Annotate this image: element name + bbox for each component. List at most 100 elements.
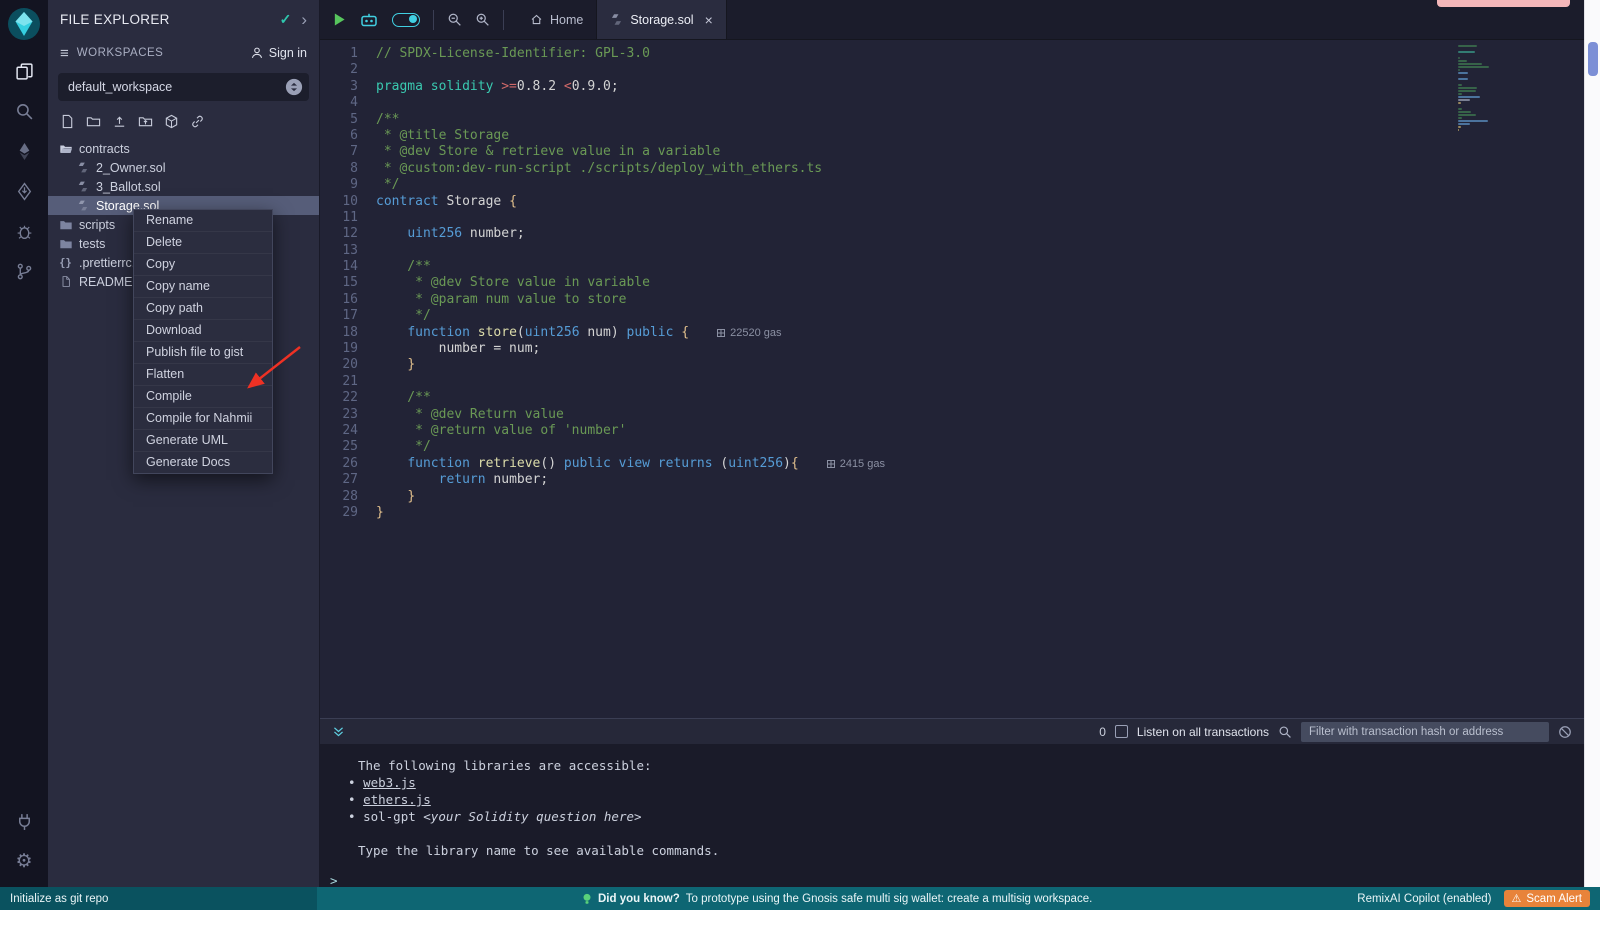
tip-prefix: Did you know? <box>598 893 680 905</box>
file-name: 3_Ballot.sol <box>96 180 161 194</box>
editor-area: HomeStorage.sol× 1// SPDX-License-Identi… <box>320 0 1584 887</box>
chevron-right-icon[interactable]: › <box>301 11 307 28</box>
context-menu-item[interactable]: Copy path <box>134 298 272 320</box>
scam-alert-button[interactable]: ⚠ Scam Alert <box>1504 890 1590 907</box>
link-icon[interactable] <box>190 114 205 129</box>
context-menu-item[interactable]: Copy name <box>134 276 272 298</box>
file-explorer-nav-icon[interactable] <box>0 51 48 91</box>
line-number: 20 <box>320 357 376 373</box>
terminal-line: • sol-gpt <your Solidity question here> <box>320 808 1584 825</box>
search-nav-icon[interactable] <box>0 91 48 131</box>
sign-in-button[interactable]: Sign in <box>250 46 307 60</box>
copilot-status[interactable]: RemixAI Copilot (enabled) <box>1357 893 1491 905</box>
zoom-in-icon[interactable] <box>475 12 490 27</box>
upload-folder-icon[interactable] <box>138 114 153 129</box>
line-number: 13 <box>320 243 376 259</box>
minimap[interactable] <box>1458 45 1514 132</box>
clear-console-icon[interactable] <box>1558 725 1572 739</box>
context-menu-item[interactable]: Generate UML <box>134 430 272 452</box>
code-line: 27 return number; <box>320 472 1584 488</box>
remix-logo-icon[interactable] <box>7 7 41 41</box>
library-link[interactable]: web3.js <box>363 775 416 790</box>
lightbulb-icon <box>582 892 592 906</box>
code-line: 20 } <box>320 357 1584 373</box>
git-init-button[interactable]: Initialize as git repo <box>0 887 317 910</box>
file-tree-item[interactable]: 3_Ballot.sol <box>48 177 319 196</box>
new-folder-icon[interactable] <box>86 114 101 129</box>
scrollbar-thumb[interactable] <box>1588 42 1598 76</box>
sign-in-label: Sign in <box>269 46 307 60</box>
code-line: 6 * @title Storage <box>320 128 1584 144</box>
tabs: HomeStorage.sol× <box>517 0 727 39</box>
workspace-options-icon[interactable] <box>285 78 303 96</box>
file-tree-item[interactable]: 2_Owner.sol <box>48 158 319 177</box>
line-number: 18 <box>320 325 376 341</box>
settings-gear-icon[interactable]: ⚙ <box>0 841 48 881</box>
workspaces-row: ≡ WORKSPACES Sign in <box>48 38 319 68</box>
zoom-out-icon[interactable] <box>447 12 462 27</box>
tab-storage-sol[interactable]: Storage.sol× <box>597 0 726 39</box>
line-number: 5 <box>320 112 376 128</box>
context-menu-item[interactable]: Copy <box>134 254 272 276</box>
plugin-manager-nav-icon[interactable] <box>0 801 48 841</box>
tab-home[interactable]: Home <box>517 0 597 39</box>
line-number: 26 <box>320 456 376 472</box>
file-tree-item[interactable]: contracts <box>48 139 319 158</box>
gas-estimate: 22520 gas <box>717 325 781 341</box>
terminal-output[interactable]: The following libraries are accessible:•… <box>320 744 1584 887</box>
new-file-icon[interactable] <box>60 114 75 129</box>
cube-icon[interactable] <box>164 114 179 129</box>
panel-header: FILE EXPLORER ✓ › <box>48 0 319 38</box>
context-menu-item[interactable]: Compile for Nahmii <box>134 408 272 430</box>
workspace-name: default_workspace <box>68 80 285 94</box>
copilot-toggle[interactable] <box>392 13 420 27</box>
run-script-play-icon[interactable] <box>333 12 346 27</box>
code-line: 22 /** <box>320 390 1584 406</box>
git-nav-icon[interactable] <box>0 251 48 291</box>
line-number: 1 <box>320 46 376 62</box>
context-menu-item[interactable]: Rename <box>134 210 272 232</box>
terminal-toolbar: 0 Listen on all transactions <box>320 718 1584 744</box>
debugger-nav-icon[interactable] <box>0 211 48 251</box>
expand-terminal-icon[interactable] <box>332 725 345 738</box>
line-number: 17 <box>320 308 376 324</box>
context-menu-item[interactable]: Publish file to gist <box>134 342 272 364</box>
user-icon <box>250 46 264 60</box>
code-line: 13 <box>320 243 1584 259</box>
folder-open-icon <box>58 142 73 156</box>
line-number: 14 <box>320 259 376 275</box>
solidity-compiler-nav-icon[interactable] <box>0 131 48 171</box>
line-number: 23 <box>320 407 376 423</box>
code-line: 24 * @return value of 'number' <box>320 423 1584 439</box>
code-line: 1// SPDX-License-Identifier: GPL-3.0 <box>320 46 1584 62</box>
code-line: 15 * @dev Store value in variable <box>320 275 1584 291</box>
transaction-filter-input[interactable] <box>1301 722 1549 742</box>
context-menu-item[interactable]: Compile <box>134 386 272 408</box>
library-link[interactable]: ethers.js <box>363 792 431 807</box>
code-editor[interactable]: 1// SPDX-License-Identifier: GPL-3.023pr… <box>320 40 1584 718</box>
upload-file-icon[interactable] <box>112 114 127 129</box>
workspace-select[interactable]: default_workspace <box>58 73 309 101</box>
context-menu-item[interactable]: Download <box>134 320 272 342</box>
workspaces-menu-icon[interactable]: ≡ <box>60 45 69 62</box>
remix-ide: ⚙ FILE EXPLORER ✓ › ≡ WORKSPACES Sign in… <box>0 0 1600 928</box>
context-menu-item[interactable]: Flatten <box>134 364 272 386</box>
footer-strip <box>0 910 1600 928</box>
code-lines: 1// SPDX-License-Identifier: GPL-3.023pr… <box>320 46 1584 521</box>
deploy-run-nav-icon[interactable] <box>0 171 48 211</box>
divider <box>433 10 434 30</box>
code-line: 10contract Storage { <box>320 194 1584 210</box>
listen-checkbox[interactable] <box>1115 725 1128 738</box>
sol-icon <box>75 161 90 174</box>
file-explorer-toolbar <box>48 107 319 135</box>
close-tab-icon[interactable]: × <box>705 12 713 28</box>
file-name: 2_Owner.sol <box>96 161 165 175</box>
scam-alert-label: Scam Alert <box>1526 893 1582 905</box>
listen-label[interactable]: Listen on all transactions <box>1137 725 1269 739</box>
line-number: 16 <box>320 292 376 308</box>
context-menu-item[interactable]: Delete <box>134 232 272 254</box>
context-menu-item[interactable]: Generate Docs <box>134 452 272 473</box>
search-icon[interactable] <box>1278 725 1292 739</box>
browser-scrollbar[interactable] <box>1584 0 1600 887</box>
ai-robot-icon[interactable] <box>359 12 379 28</box>
